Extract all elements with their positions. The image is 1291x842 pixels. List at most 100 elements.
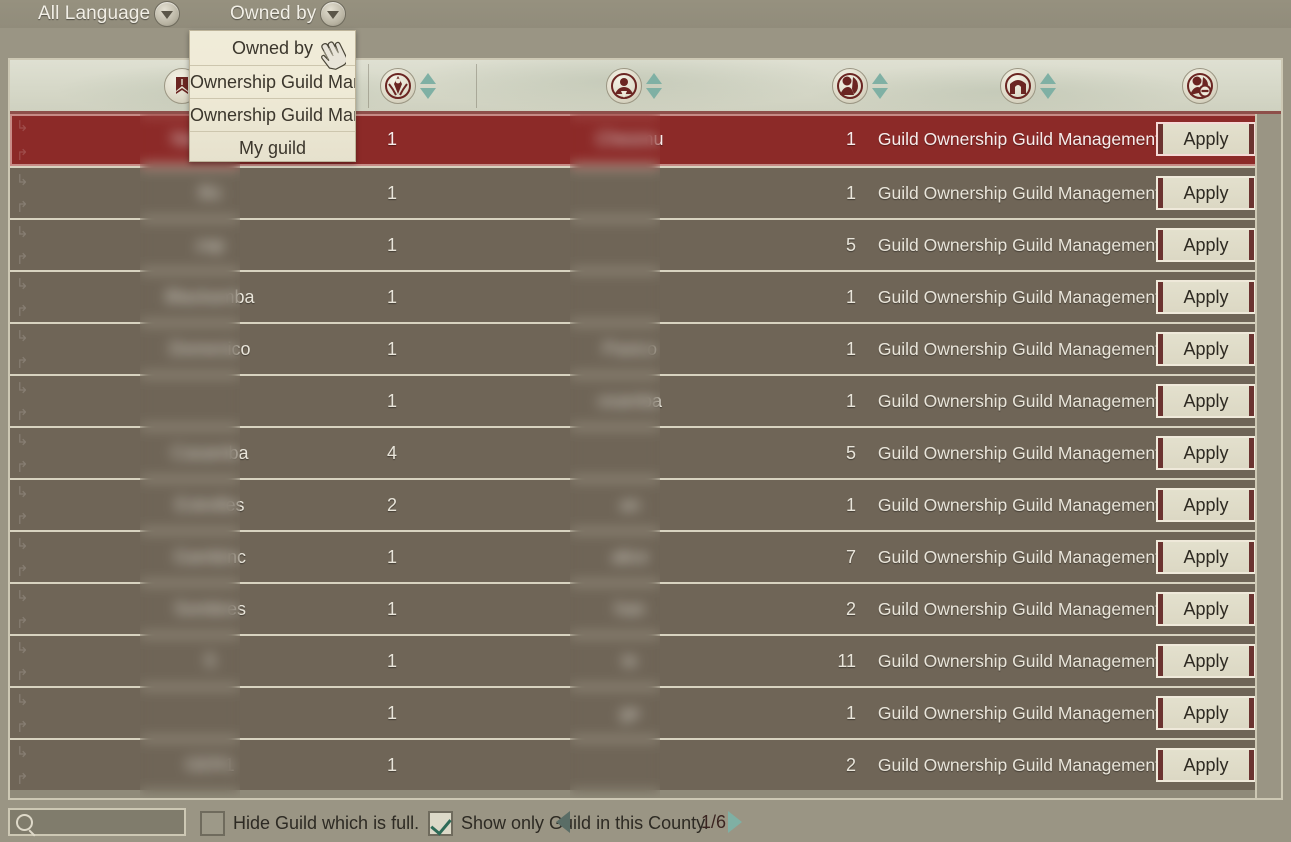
table-row[interactable]: ↳ ↳ S 1 te 11 Guild Ownership Guild Mana… xyxy=(10,634,1257,686)
apply-button[interactable]: Apply xyxy=(1156,436,1256,470)
search-input[interactable] xyxy=(8,808,186,836)
cell-description: Guild Ownership Guild Management xyxy=(877,338,1160,359)
sort-toggle-guild-hall[interactable] xyxy=(1040,69,1056,103)
sort-desc-icon[interactable] xyxy=(1040,87,1056,99)
dropdown-item-my-guild[interactable]: My guild xyxy=(190,132,355,164)
chevron-down-icon[interactable] xyxy=(320,1,347,27)
apply-button[interactable]: Apply xyxy=(1156,122,1256,156)
sort-desc-icon[interactable] xyxy=(420,87,436,99)
table-row[interactable]: ↳ ↳ GER1 1 2 Guild Ownership Guild Manag… xyxy=(10,738,1257,790)
row-corner-ornament: ↳ xyxy=(16,405,29,422)
apply-button[interactable]: Apply xyxy=(1156,696,1256,730)
row-corner-ornament: ↳ xyxy=(16,197,29,214)
cell-location xyxy=(420,168,840,218)
cell-members: 1 xyxy=(845,390,856,411)
apply-button[interactable]: Apply xyxy=(1156,332,1256,366)
language-filter-label: All Language xyxy=(38,3,151,24)
sort-desc-icon[interactable] xyxy=(646,87,662,99)
cell-rank: 1 xyxy=(386,390,397,411)
table-row[interactable]: ↳ ↳ Bü 1 1 Guild Ownership Guild Managem… xyxy=(10,166,1257,218)
table-row[interactable]: ↳ ↳ 1 ge 1 Guild Ownership Guild Managem… xyxy=(10,686,1257,738)
column-header-guild-hall[interactable] xyxy=(990,60,1066,111)
row-corner-ornament: ↳ xyxy=(16,432,29,449)
hide-full-guild-checkbox[interactable]: Hide Guild which is full. xyxy=(200,804,419,842)
cell-description: Guild Ownership Guild Management xyxy=(877,390,1160,411)
row-corner-ornament: ↳ xyxy=(16,744,29,761)
row-corner-ornament: ↳ xyxy=(16,588,29,605)
cell-members: 2 xyxy=(845,754,856,775)
apply-button[interactable]: Apply xyxy=(1156,384,1256,418)
row-corner-ornament: ↳ xyxy=(16,145,29,162)
cell-members: 5 xyxy=(845,442,856,463)
row-corner-ornament: ↳ xyxy=(16,328,29,345)
owned-by-filter[interactable]: Owned by xyxy=(230,0,347,28)
dropdown-item-owned-by[interactable]: Owned by xyxy=(190,31,355,66)
sort-asc-icon[interactable] xyxy=(1040,72,1056,84)
cell-rank: 2 xyxy=(386,494,397,515)
column-header-rank[interactable] xyxy=(370,60,446,111)
table-row[interactable]: ↳ ↳ Blackamba 1 1 Guild Ownership Guild … xyxy=(10,270,1257,322)
cell-location xyxy=(420,220,840,270)
language-filter[interactable]: All Language xyxy=(38,0,181,28)
cell-guild-name: Estrelles xyxy=(175,494,245,515)
pagination-control[interactable]: 1/6 xyxy=(556,808,743,836)
triangle-left-icon[interactable] xyxy=(556,811,570,833)
apply-button[interactable]: Apply xyxy=(1156,176,1256,210)
guild-rank-icon xyxy=(380,67,416,104)
dropdown-item-ownership-guild-management[interactable]: Ownership Guild Manag xyxy=(190,66,355,99)
cell-rank: 1 xyxy=(386,650,397,671)
apply-button[interactable]: Apply xyxy=(1156,540,1256,574)
cell-location xyxy=(420,272,840,322)
list-scrollbar[interactable] xyxy=(1255,114,1281,798)
triangle-right-icon[interactable] xyxy=(728,811,743,833)
cell-description: Guild Ownership Guild Management xyxy=(877,442,1160,463)
cell-rank: 1 xyxy=(386,182,397,203)
chevron-down-icon[interactable] xyxy=(154,1,181,27)
cell-members: 11 xyxy=(837,650,856,671)
apply-button[interactable]: Apply xyxy=(1156,592,1256,626)
table-row[interactable]: ↳ ↳ Estrelles 2 an 1 Guild Ownership Gui… xyxy=(10,478,1257,530)
row-corner-ornament: ↳ xyxy=(16,172,29,189)
table-row[interactable]: ↳ ↳ 1 osamba 1 Guild Ownership Guild Man… xyxy=(10,374,1257,426)
row-corner-ornament: ↳ xyxy=(16,536,29,553)
cell-guild-name: Sombres xyxy=(173,598,247,619)
cell-rank: 1 xyxy=(386,234,397,255)
sort-asc-icon[interactable] xyxy=(872,72,888,84)
sort-asc-icon[interactable] xyxy=(420,72,436,84)
apply-button[interactable]: Apply xyxy=(1156,644,1256,678)
apply-button[interactable]: Apply xyxy=(1156,228,1256,262)
row-corner-ornament: ↳ xyxy=(16,276,29,293)
cell-members: 1 xyxy=(845,494,856,515)
table-row[interactable]: ↳ ↳ Domenico 1 Paxico 1 Guild Ownership … xyxy=(10,322,1257,374)
table-row[interactable]: ↳ ↳ Gambinc 1 alice 7 Guild Ownership Gu… xyxy=(10,530,1257,582)
apply-button[interactable]: Apply xyxy=(1156,748,1256,782)
row-corner-ornament: ↳ xyxy=(16,249,29,266)
table-row[interactable]: ↳ ↳ zap 1 5 Guild Ownership Guild Manage… xyxy=(10,218,1257,270)
table-row[interactable]: ↳ ↳ Casamba 4 5 Guild Ownership Guild Ma… xyxy=(10,426,1257,478)
column-header-location[interactable] xyxy=(596,60,672,111)
cell-rank: 1 xyxy=(386,754,397,775)
table-row[interactable]: ↳ ↳ Sombres 1 han 2 Guild Ownership Guil… xyxy=(10,582,1257,634)
cell-guild-name: Casamba xyxy=(171,442,249,463)
cell-description: Guild Ownership Guild Management xyxy=(877,494,1160,515)
column-header-restricted[interactable] xyxy=(1168,60,1232,111)
column-header-members[interactable] xyxy=(822,60,898,111)
cell-description: Guild Ownership Guild Management xyxy=(877,754,1160,775)
guild-world-icon xyxy=(606,67,642,104)
sort-asc-icon[interactable] xyxy=(646,72,662,84)
cell-description: Guild Ownership Guild Management xyxy=(877,286,1160,307)
cell-guild-name: GER1 xyxy=(185,754,235,775)
owned-by-dropdown-menu[interactable]: Owned by Ownership Guild Manag Ownership… xyxy=(189,30,356,162)
guild-list[interactable]: ↳ ↳ Noussour 1 Chesmu 1 Guild Ownership … xyxy=(10,114,1257,798)
checkbox-show-county[interactable] xyxy=(428,810,453,836)
apply-button[interactable]: Apply xyxy=(1156,280,1256,314)
apply-button[interactable]: Apply xyxy=(1156,488,1256,522)
sort-toggle-rank[interactable] xyxy=(420,69,436,103)
checkbox-hide-full[interactable] xyxy=(200,810,225,836)
cell-rank: 1 xyxy=(386,286,397,307)
sort-toggle-members[interactable] xyxy=(872,69,888,103)
sort-toggle-location[interactable] xyxy=(646,69,662,103)
dropdown-item-ownership-guild-management-2[interactable]: Ownership Guild Man xyxy=(190,99,355,132)
sort-desc-icon[interactable] xyxy=(872,87,888,99)
row-corner-ornament: ↳ xyxy=(16,509,29,526)
